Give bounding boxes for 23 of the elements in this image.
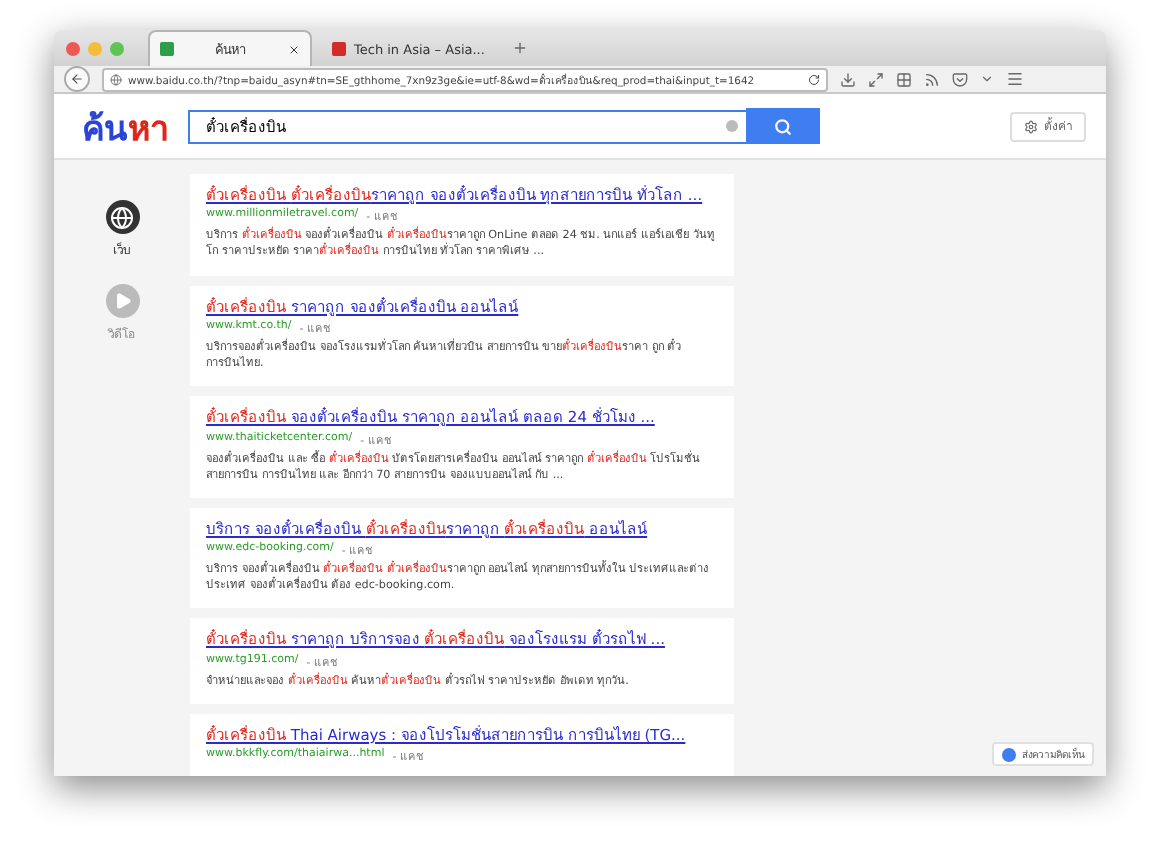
favicon-icon <box>332 42 346 56</box>
reload-icon[interactable] <box>808 73 820 85</box>
close-icon[interactable] <box>288 43 300 55</box>
gear-icon <box>1024 119 1038 133</box>
menu-icon[interactable] <box>1006 70 1024 88</box>
expand-icon[interactable] <box>868 71 884 87</box>
chat-bubble-icon <box>1002 747 1016 762</box>
close-window-button[interactable] <box>66 41 80 55</box>
grid-icon[interactable] <box>896 71 912 87</box>
pocket-icon[interactable] <box>952 71 968 87</box>
rss-icon[interactable] <box>924 71 940 87</box>
caret-icon[interactable] <box>980 72 994 86</box>
download-icon[interactable] <box>840 71 856 87</box>
new-tab-icon[interactable] <box>512 40 528 56</box>
search-icon <box>774 117 792 135</box>
globe-icon <box>110 205 134 229</box>
globe-icon <box>110 73 122 85</box>
favicon-icon <box>160 42 174 56</box>
play-icon <box>113 292 131 310</box>
back-button[interactable] <box>64 66 90 92</box>
back-arrow-icon <box>70 72 84 86</box>
logo[interactable]: ค้นหา <box>82 99 188 153</box>
search-button[interactable] <box>746 108 820 144</box>
